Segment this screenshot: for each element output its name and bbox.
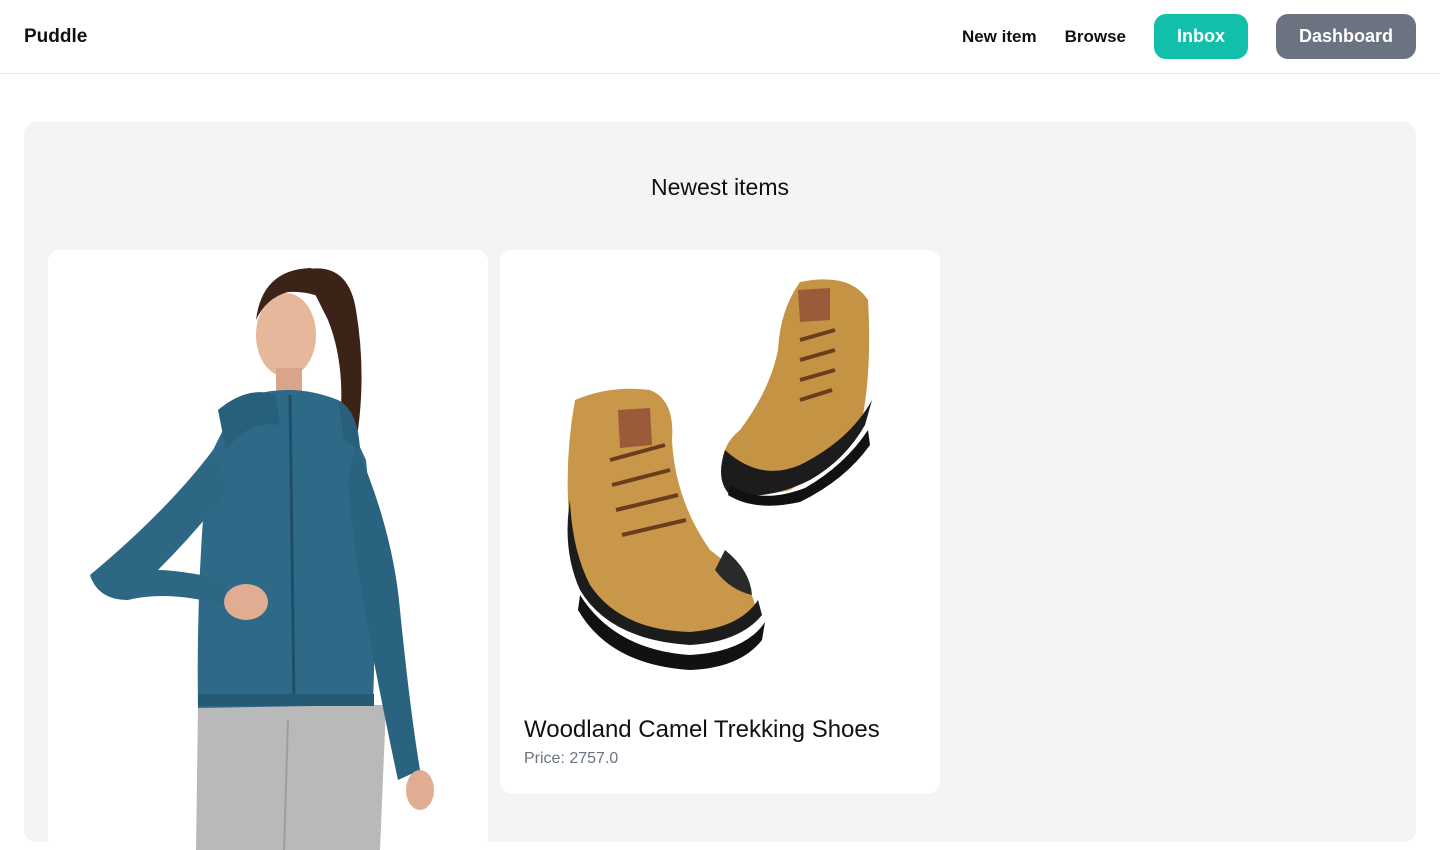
- section-title: Newest items: [650, 174, 790, 200]
- newest-items-panel: Newest items Woodland Camel Trekking Sho…: [24, 122, 1416, 850]
- item-card-jacket[interactable]: [48, 250, 488, 850]
- jacket-photo: [48, 250, 488, 850]
- brand-logo-link[interactable]: Puddle: [24, 26, 87, 48]
- dashboard-button[interactable]: Dashboard: [1276, 14, 1416, 59]
- nav-link-browse[interactable]: Browse: [1065, 27, 1126, 47]
- item-card-boots[interactable]: Woodland Camel Trekking Shoes Price: 275…: [500, 250, 940, 794]
- boots-photo: [500, 250, 940, 700]
- nav-menu: New item Browse Inbox Dashboard: [962, 14, 1416, 59]
- item-price: Price: 2757.0: [524, 750, 619, 767]
- item-name: Woodland Camel Trekking Shoes: [524, 716, 880, 743]
- nav-link-new-item[interactable]: New item: [962, 27, 1037, 47]
- top-navbar: Puddle New item Browse Inbox Dashboard: [0, 0, 1440, 74]
- inbox-button[interactable]: Inbox: [1154, 14, 1248, 59]
